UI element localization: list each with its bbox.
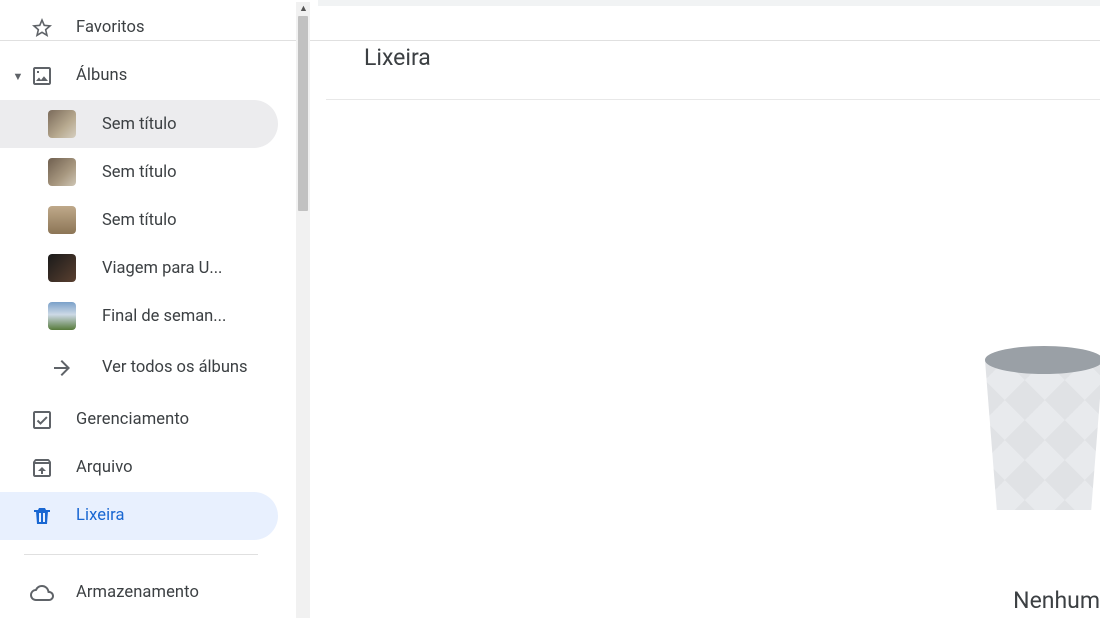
album-label: Sem título bbox=[102, 115, 177, 134]
album-label: Sem título bbox=[102, 163, 177, 182]
management-icon bbox=[28, 408, 76, 432]
star-outline-icon bbox=[28, 16, 76, 40]
album-thumbnail bbox=[48, 110, 76, 138]
sidebar-scrollbar[interactable]: ▲ bbox=[296, 2, 310, 618]
sidebar-item-label: Lixeira bbox=[76, 506, 125, 526]
sidebar-item-label: Gerenciamento bbox=[76, 410, 189, 430]
album-thumbnail bbox=[48, 158, 76, 186]
album-label: Viagem para U... bbox=[102, 259, 222, 278]
caret-down-icon[interactable]: ▼ bbox=[8, 70, 28, 83]
album-icon bbox=[28, 64, 76, 88]
trash-icon bbox=[28, 504, 76, 528]
sidebar-item-archive[interactable]: Arquivo bbox=[0, 444, 278, 492]
sidebar-item-label: Armazenamento bbox=[76, 583, 199, 603]
album-label: Final de seman... bbox=[102, 307, 226, 326]
archive-icon bbox=[28, 456, 76, 480]
sidebar-item-trash[interactable]: Lixeira bbox=[0, 492, 278, 540]
album-thumbnail bbox=[48, 206, 76, 234]
sidebar: Favoritos ▼ Álbuns Sem título Sem título… bbox=[0, 0, 310, 620]
album-thumbnail bbox=[48, 254, 76, 282]
album-item-4[interactable]: Final de seman... bbox=[0, 292, 278, 340]
sidebar-divider bbox=[24, 554, 258, 555]
scrollbar-thumb[interactable] bbox=[298, 16, 308, 211]
empty-state-text: Nenhum bbox=[1013, 587, 1100, 614]
album-item-2[interactable]: Sem título bbox=[0, 196, 278, 244]
arrow-right-icon bbox=[48, 356, 76, 380]
sidebar-item-albums[interactable]: ▼ Álbuns bbox=[0, 52, 278, 100]
album-thumbnail bbox=[48, 302, 76, 330]
album-label: Sem título bbox=[102, 211, 177, 230]
sidebar-item-management[interactable]: Gerenciamento bbox=[0, 396, 278, 444]
sidebar-item-label: Álbuns bbox=[76, 66, 127, 86]
page-title: Lixeira bbox=[318, 44, 1100, 99]
sidebar-item-label: Ver todos os álbuns bbox=[102, 357, 248, 378]
album-item-1[interactable]: Sem título bbox=[0, 148, 278, 196]
empty-trash-illustration bbox=[984, 346, 1100, 512]
scroll-up-icon[interactable]: ▲ bbox=[299, 3, 308, 14]
sidebar-item-label: Favoritos bbox=[76, 18, 145, 38]
main-content: Lixeira Nenhum bbox=[318, 0, 1100, 620]
album-item-0[interactable]: Sem título bbox=[0, 100, 278, 148]
sidebar-item-storage[interactable]: Armazenamento bbox=[0, 569, 278, 617]
sidebar-item-see-all-albums[interactable]: Ver todos os álbuns bbox=[0, 340, 278, 396]
sidebar-item-label: Arquivo bbox=[76, 458, 133, 478]
cloud-icon bbox=[28, 581, 76, 605]
sidebar-item-favorites[interactable]: Favoritos bbox=[0, 4, 278, 52]
album-item-3[interactable]: Viagem para U... bbox=[0, 244, 278, 292]
title-divider bbox=[326, 99, 1100, 100]
